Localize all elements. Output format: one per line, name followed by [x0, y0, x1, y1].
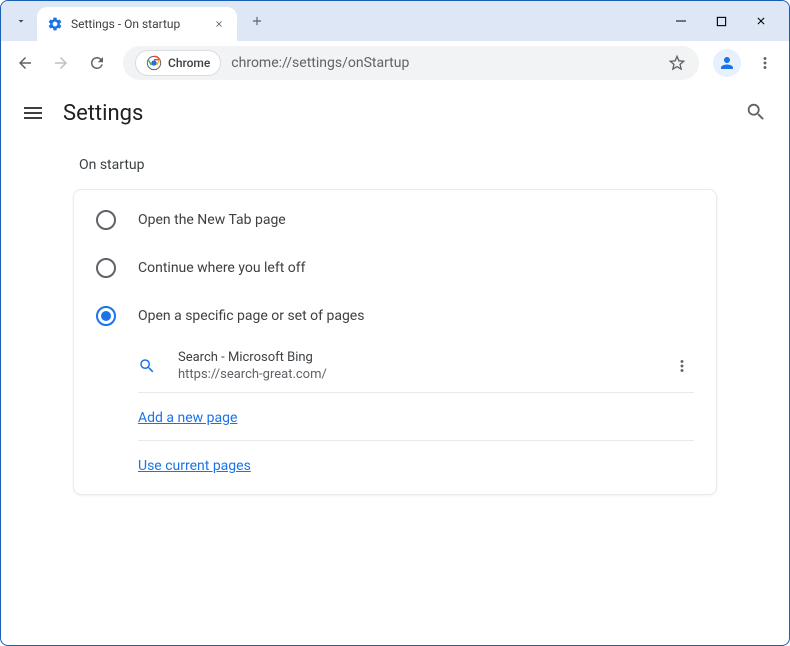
site-chip[interactable]: Chrome: [135, 50, 221, 76]
page-title: Settings: [63, 101, 727, 126]
radio-icon: [96, 258, 116, 278]
titlebar: Settings - On startup: [1, 1, 789, 41]
bookmark-star-icon[interactable]: [667, 53, 687, 73]
tab-close-button[interactable]: [211, 16, 227, 32]
browser-tab[interactable]: Settings - On startup: [37, 7, 237, 41]
page-row-menu-button[interactable]: [670, 354, 694, 378]
hamburger-menu-icon[interactable]: [21, 101, 45, 125]
tab-title: Settings - On startup: [71, 17, 203, 31]
search-icon: [138, 357, 156, 375]
tab-search-dropdown[interactable]: [11, 11, 31, 31]
site-chip-label: Chrome: [168, 56, 210, 70]
close-window-button[interactable]: [741, 5, 781, 37]
radio-label: Continue where you left off: [138, 260, 306, 276]
startup-card: Open the New Tab page Continue where you…: [73, 189, 717, 495]
add-new-page-link[interactable]: Add a new page: [138, 410, 237, 426]
startup-page-row: Search - Microsoft Bing https://search-g…: [74, 340, 716, 392]
settings-header: Settings: [1, 85, 789, 141]
radio-label: Open the New Tab page: [138, 212, 286, 228]
forward-button[interactable]: [45, 47, 77, 79]
chrome-icon: [146, 55, 162, 71]
new-tab-button[interactable]: [243, 7, 271, 35]
profile-button[interactable]: [713, 49, 741, 77]
radio-open-new-tab[interactable]: Open the New Tab page: [74, 196, 716, 244]
radio-icon-selected: [96, 306, 116, 326]
minimize-button[interactable]: [661, 5, 701, 37]
reload-button[interactable]: [81, 47, 113, 79]
startup-page-title: Search - Microsoft Bing: [178, 350, 648, 365]
back-button[interactable]: [9, 47, 41, 79]
url-text: chrome://settings/onStartup: [231, 55, 657, 71]
radio-icon: [96, 210, 116, 230]
startup-page-url: https://search-great.com/: [178, 367, 648, 382]
window-controls: [661, 5, 781, 37]
radio-continue[interactable]: Continue where you left off: [74, 244, 716, 292]
settings-icon: [47, 16, 63, 32]
address-bar[interactable]: Chrome chrome://settings/onStartup: [123, 46, 699, 80]
content-area: On startup Open the New Tab page Continu…: [1, 141, 789, 645]
use-current-pages-link[interactable]: Use current pages: [138, 458, 251, 474]
maximize-button[interactable]: [701, 5, 741, 37]
radio-label: Open a specific page or set of pages: [138, 308, 364, 324]
radio-specific-pages[interactable]: Open a specific page or set of pages: [74, 292, 716, 340]
section-title: On startup: [73, 157, 717, 173]
search-button[interactable]: [745, 101, 769, 125]
browser-toolbar: Chrome chrome://settings/onStartup: [1, 41, 789, 85]
browser-menu-button[interactable]: [749, 47, 781, 79]
